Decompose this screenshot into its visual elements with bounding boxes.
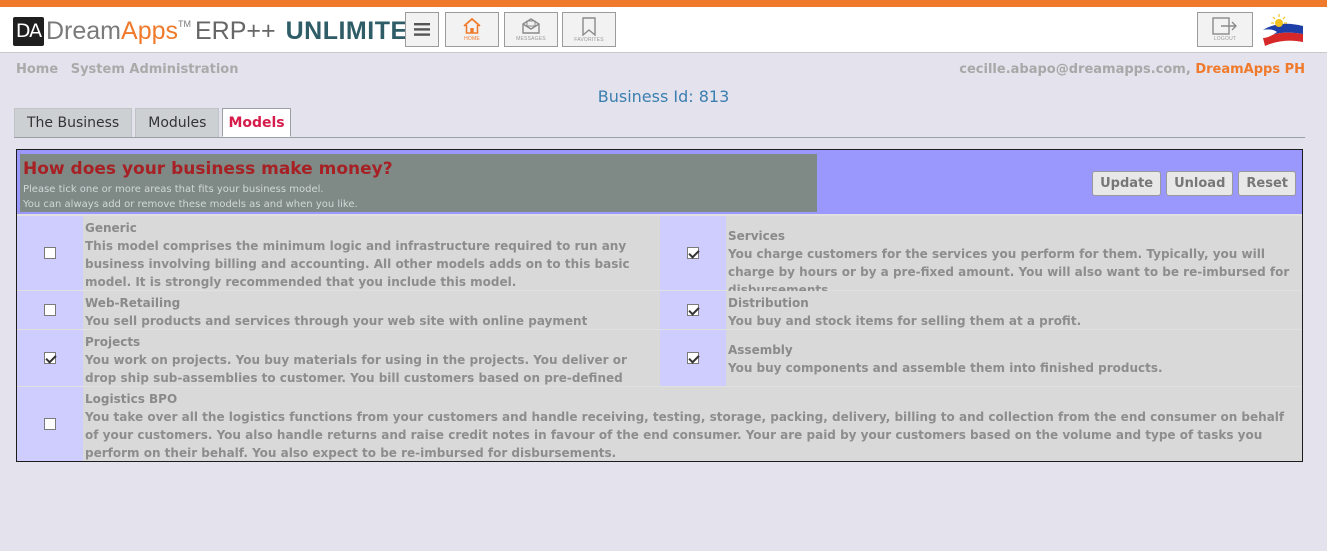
panel-title: How does your business make money? [23,159,393,179]
model-generic-desc: This model comprises the minimum logic a… [85,239,630,289]
model-services-title: Services [728,229,786,243]
model-logistics-checkbox-cell [17,387,83,461]
logo-erp: ERP++ [195,17,276,45]
messages-button-label: MESSAGES [516,36,546,42]
model-generic-checkbox[interactable] [44,247,56,259]
model-assembly-checkbox[interactable] [687,352,699,364]
model-web-retailing-title: Web-Retailing [85,296,181,310]
model-web-retailing-checkbox-cell [17,291,83,329]
tab-models[interactable]: Models [222,108,291,137]
user-info: cecille.abapo@dreamapps.com, DreamApps P… [959,62,1305,77]
model-distribution-title: Distribution [728,296,809,310]
model-generic-title: Generic [85,221,137,235]
logo-tm: TM [178,19,191,29]
logout-button[interactable]: LOGOUT [1197,12,1253,47]
favorites-button-label: FAVORITES [574,36,604,43]
models-panel: How does your business make money? Pleas… [16,149,1303,462]
breadcrumb-section[interactable]: System Administration [71,62,239,77]
philippine-flag-icon [1263,14,1303,46]
panel-header: How does your business make money? Pleas… [17,150,1302,214]
model-logistics-title: Logistics BPO [85,392,178,406]
user-separator: , [1185,62,1191,77]
model-assembly-checkbox-cell [660,330,726,386]
reset-button[interactable]: Reset [1238,171,1296,196]
user-email: cecille.abapo@dreamapps.com [959,62,1186,77]
home-button[interactable]: HOME [445,12,499,47]
bookmark-icon [582,16,596,36]
panel-subtitle-2: You can always add or remove these model… [23,199,358,210]
app-logo: DA Dream Apps TM ERP++ UNLIMITED TM [13,14,439,48]
model-projects-checkbox-cell [17,330,83,386]
model-web-retailing-text: Web-Retailing You sell products and serv… [83,291,660,346]
model-distribution: Distribution You buy and stock items for… [660,291,1302,329]
model-projects-title: Projects [85,335,141,349]
panel-actions: Update Unload Reset [1092,171,1296,196]
model-web-retailing: Web-Retailing You sell products and serv… [17,291,660,346]
tab-divider [14,137,1305,138]
model-logistics-desc: You take over all the logistics function… [85,410,1285,460]
model-distribution-desc: You buy and stock items for selling them… [728,314,1082,328]
model-projects: Projects You work on projects. You buy m… [17,330,660,403]
messages-button[interactable]: MESSAGES [504,12,558,47]
model-generic-checkbox-cell [17,216,83,290]
model-services-text: Services You charge customers for the se… [726,216,1302,297]
envelope-icon [522,18,540,34]
hamburger-icon [414,23,430,36]
app-header: DA Dream Apps TM ERP++ UNLIMITED TM HOME… [0,7,1327,53]
model-services-checkbox[interactable] [687,247,699,259]
model-generic: Generic This model comprises the minimum… [17,216,660,290]
model-projects-text: Projects You work on projects. You buy m… [83,330,660,403]
model-projects-checkbox[interactable] [44,352,56,364]
model-distribution-checkbox[interactable] [687,304,699,316]
company-name[interactable]: DreamApps PH [1195,62,1305,77]
logo-dream: Dream [46,17,122,45]
model-logistics-text: Logistics BPO You take over all the logi… [83,387,1302,461]
model-distribution-checkbox-cell [660,291,726,329]
unload-button[interactable]: Unload [1166,171,1234,196]
logo-mark: DA [13,17,44,46]
breadcrumb-home[interactable]: Home [16,62,58,77]
model-web-retailing-checkbox[interactable] [44,304,56,316]
model-generic-text: Generic This model comprises the minimum… [83,216,660,290]
model-assembly-text: Assembly You buy components and assemble… [726,330,1302,386]
model-assembly-title: Assembly [728,343,793,357]
logout-icon [1212,17,1237,35]
top-accent-bar [0,0,1327,7]
prompt-box: How does your business make money? Pleas… [20,154,817,212]
business-id: Business Id: 813 [597,87,730,106]
tab-modules[interactable]: Modules [135,108,220,137]
update-button[interactable]: Update [1092,171,1162,196]
model-logistics-checkbox[interactable] [44,418,56,430]
logo-apps: Apps [121,17,178,45]
panel-subtitle-1: Please tick one or more areas that fits … [23,184,324,195]
home-icon [463,17,481,34]
breadcrumb: Home System Administration [16,62,246,77]
model-services: Services You charge customers for the se… [660,216,1302,297]
model-distribution-text: Distribution You buy and stock items for… [726,291,1302,329]
model-logistics-bpo: Logistics BPO You take over all the logi… [17,387,1302,461]
menu-button[interactable] [405,12,439,47]
tab-bar: The Business Modules Models [14,108,294,138]
tab-the-business[interactable]: The Business [14,108,133,137]
favorites-button[interactable]: FAVORITES [562,12,616,47]
model-assembly-desc: You buy components and assemble them int… [728,361,1163,375]
model-assembly: Assembly You buy components and assemble… [660,330,1302,386]
logout-button-label: LOGOUT [1213,36,1237,42]
home-button-label: HOME [464,36,480,42]
model-services-checkbox-cell [660,216,726,290]
